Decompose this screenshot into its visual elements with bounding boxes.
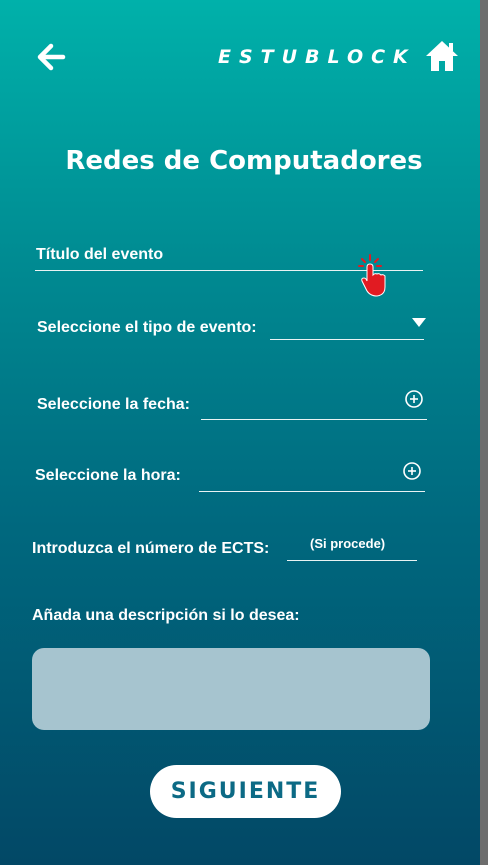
description-textarea[interactable] <box>32 648 430 730</box>
brand-logo-text: ESTUBLOCK <box>218 46 416 68</box>
home-icon[interactable] <box>424 38 460 74</box>
add-time-icon[interactable] <box>403 462 421 480</box>
time-field[interactable] <box>199 491 425 492</box>
add-date-icon[interactable] <box>405 390 423 408</box>
ects-hint: (Si procede) <box>310 536 386 551</box>
ects-input[interactable] <box>287 560 417 561</box>
time-label: Seleccione la hora: <box>35 467 181 484</box>
event-type-select[interactable] <box>270 339 424 340</box>
ects-label: Introduzca el número de ECTS: <box>32 540 270 557</box>
description-label: Añada una descripción si lo desea: <box>32 607 300 624</box>
event-type-label: Seleccione el tipo de evento: <box>37 319 257 336</box>
pointer-cursor-icon <box>356 253 392 299</box>
next-button[interactable]: SIGUIENTE <box>150 765 341 818</box>
date-label: Seleccione la fecha: <box>37 396 190 413</box>
app-screen: ESTUBLOCK Redes de Computadores Seleccio… <box>0 0 480 865</box>
back-arrow-icon[interactable] <box>36 42 66 72</box>
caret-down-icon[interactable] <box>412 318 426 327</box>
window-edge <box>480 0 488 865</box>
page-title: Redes de Computadores <box>65 146 423 176</box>
date-field[interactable] <box>201 419 427 420</box>
